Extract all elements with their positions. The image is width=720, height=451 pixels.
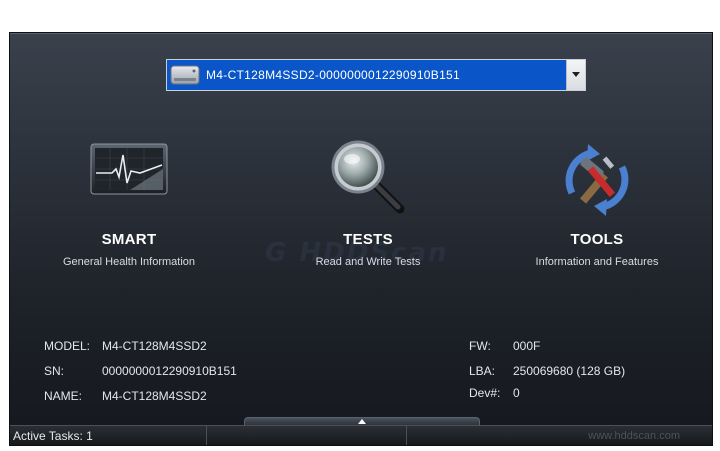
drive-select-value: M4-CT128M4SSD2-0000000012290910B151	[206, 68, 461, 82]
status-bar: Active Tasks: 1 www.hddscan.com	[10, 425, 712, 445]
tools-button[interactable]: TOOLS Information and Features	[482, 143, 712, 273]
smart-title: SMART	[101, 231, 157, 248]
smart-subtitle: General Health Information	[62, 256, 196, 268]
drive-select-dropdown[interactable]: M4-CT128M4SSD2-0000000012290910B151	[166, 59, 586, 91]
drive-info-left: MODEL: M4-CT128M4SSD2 SN: 00000000122909…	[44, 339, 344, 419]
model-label: MODEL:	[44, 339, 91, 353]
name-label: NAME:	[44, 389, 83, 403]
fw-label: FW:	[469, 339, 491, 353]
hard-drive-icon	[170, 63, 200, 87]
sn-value: 0000000012290910B151	[102, 364, 237, 378]
drive-info-right: FW: 000F LBA: 250069680 (128 GB) Dev#: 0	[469, 339, 699, 419]
status-cell-2	[207, 426, 407, 445]
heart-monitor-icon	[90, 143, 168, 199]
name-value: M4-CT128M4SSD2	[102, 389, 207, 403]
tests-title: TESTS	[343, 231, 393, 248]
magnifier-icon	[328, 137, 408, 221]
active-tasks-text: Active Tasks: 1	[13, 429, 93, 443]
dropdown-button[interactable]	[566, 60, 585, 90]
tools-icon	[556, 141, 638, 223]
fw-value: 000F	[513, 339, 541, 353]
chevron-down-icon	[572, 72, 580, 77]
dev-value: 0	[513, 386, 520, 400]
main-window: G HDDScan M4-CT128M4SSD2-000000001229091…	[9, 32, 713, 446]
tools-title: TOOLS	[570, 231, 624, 248]
lba-label: LBA:	[469, 364, 496, 378]
dev-label: Dev#:	[469, 386, 501, 400]
smart-button[interactable]: SMART General Health Information	[14, 143, 244, 273]
website-text: www.hddscan.com	[588, 430, 680, 442]
sn-label: SN:	[44, 364, 65, 378]
tests-button[interactable]: TESTS Read and Write Tests	[253, 140, 483, 273]
tests-subtitle: Read and Write Tests	[315, 256, 421, 268]
chevron-up-icon	[358, 419, 366, 424]
tools-subtitle: Information and Features	[535, 256, 659, 268]
lba-value: 250069680 (128 GB)	[513, 364, 626, 378]
status-cell-tasks: Active Tasks: 1	[10, 426, 207, 445]
model-value: M4-CT128M4SSD2	[102, 339, 207, 353]
